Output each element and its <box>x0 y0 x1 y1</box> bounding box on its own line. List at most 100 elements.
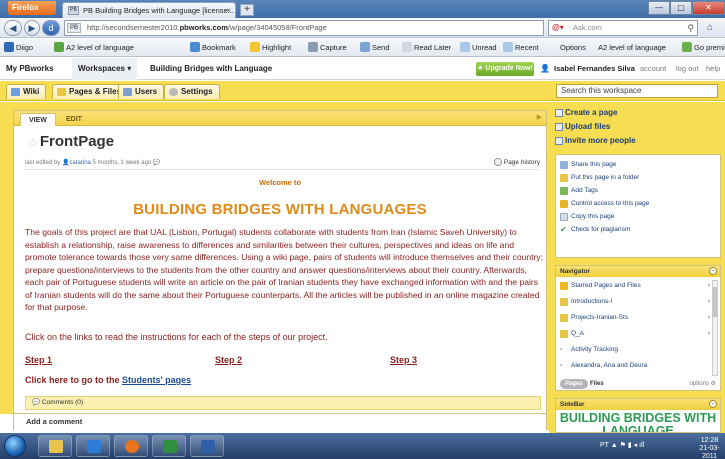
students-pages-link[interactable]: Students' pages <box>122 375 191 385</box>
upgrade-now-button[interactable]: ★ Upgrade Now! <box>476 62 534 76</box>
go-premium-button[interactable]: Go premiu <box>682 39 725 57</box>
step-2-link[interactable]: Step 2 <box>215 355 242 365</box>
a2-search-text[interactable]: A2 level of language <box>598 39 666 57</box>
step-3-link[interactable]: Step 3 <box>390 355 417 365</box>
forward-button[interactable]: ▶ <box>24 20 40 36</box>
url-path: /w/page/34045058/FrontPage <box>227 23 327 32</box>
close-tab-icon[interactable]: × <box>226 3 231 18</box>
nav-item-alexandra[interactable]: ▪ Alexandra, Ana and Deura <box>560 360 710 372</box>
unread-button[interactable]: Unread <box>460 39 497 57</box>
language-indicator[interactable]: PT <box>600 442 609 449</box>
read-later-icon <box>402 42 412 52</box>
maximize-window-button[interactable]: ▢ <box>670 1 692 15</box>
firefox-menu-button[interactable]: Firefox <box>8 1 56 15</box>
bullet-icon: ▪ <box>560 347 563 353</box>
address-bar[interactable]: PB http://secondsemester2010.pbworks.com… <box>64 20 544 36</box>
tab-users[interactable]: Users <box>118 84 165 99</box>
help-link[interactable]: help <box>706 58 720 80</box>
create-page-link[interactable]: Create a page <box>555 106 617 119</box>
nav-item-starred[interactable]: Starred Pages and Files › <box>560 280 710 292</box>
folder-icon <box>560 298 568 306</box>
start-button[interactable] <box>4 435 26 457</box>
excel-icon <box>163 440 177 453</box>
pages-tab[interactable]: Pages <box>560 379 588 389</box>
diigo-button[interactable]: Diigo <box>4 39 33 57</box>
collapse-icon[interactable]: − <box>709 267 717 275</box>
page-tools-panel: Share this page Put this page in a folde… <box>555 154 721 258</box>
navigator-scrollbar[interactable] <box>712 280 718 376</box>
tray-icons[interactable]: ▲ ⚑ ▮ ◂ ıll <box>611 442 644 449</box>
star-icon[interactable]: ☆ <box>28 137 38 149</box>
scrollbar-thumb[interactable] <box>713 287 717 317</box>
workspaces-menu[interactable]: Workspaces ▾ <box>72 58 138 80</box>
collapse-icon[interactable]: − <box>709 400 717 408</box>
taskbar-firefox[interactable] <box>114 435 148 457</box>
site-identity-badge[interactable]: PB <box>67 23 82 33</box>
copy-page-link[interactable]: Copy this page <box>560 211 614 223</box>
new-tab-button[interactable]: + <box>240 4 254 16</box>
tab-wiki[interactable]: Wiki <box>6 84 47 99</box>
invite-people-link[interactable]: Invite more people <box>555 134 636 147</box>
minimize-window-button[interactable]: — <box>648 1 670 15</box>
recent-button[interactable]: Recent <box>503 39 539 57</box>
user-icon: 👤 <box>62 160 70 166</box>
step-1-link[interactable]: Step 1 <box>25 355 52 365</box>
taskbar-media-player[interactable] <box>76 435 110 457</box>
nav-item-activity[interactable]: ▪ Activity Tracking <box>560 344 710 356</box>
back-button[interactable]: ◀ <box>4 20 22 36</box>
invite-icon <box>555 137 563 145</box>
navigator-header: Navigator − <box>556 266 720 277</box>
users-icon <box>123 88 132 96</box>
upload-files-link[interactable]: Upload files <box>555 120 610 133</box>
tab-pages-files[interactable]: Pages & Files <box>52 84 129 99</box>
bookmark-button[interactable]: Bookmark <box>190 39 236 57</box>
browser-tab-active[interactable]: PB PB Building Bridges with Language [li… <box>62 2 236 18</box>
tab-edit[interactable]: EDIT <box>58 113 90 126</box>
word-icon <box>201 440 215 453</box>
search-go-icon[interactable]: ⚲ <box>687 21 694 35</box>
files-tab[interactable]: Files <box>590 378 604 390</box>
page-history-link[interactable]: Page history <box>494 158 540 166</box>
welcome-text: Welcome to <box>259 178 301 187</box>
tab-view[interactable]: VIEW <box>20 113 56 126</box>
put-in-folder-link[interactable]: Put this page in a folder <box>560 172 639 184</box>
highlight-button[interactable]: Highlight <box>250 39 291 57</box>
read-later-button[interactable]: Read Later <box>402 39 451 57</box>
control-access-link[interactable]: Control access to this page <box>560 198 649 210</box>
options-button[interactable]: Options <box>560 39 586 57</box>
comment-bubble-icon[interactable]: 💬 <box>153 160 160 166</box>
capture-button[interactable]: Capture <box>308 39 347 57</box>
taskbar-explorer[interactable] <box>38 435 72 457</box>
comments-toggle[interactable]: 💬 Comments (0) <box>25 396 541 410</box>
send-button[interactable]: Send <box>360 39 390 57</box>
logout-link[interactable]: log out <box>676 58 699 80</box>
taskbar-word[interactable] <box>190 435 224 457</box>
workspace-search-input[interactable]: Search this workspace <box>556 84 718 98</box>
last-edited-info: last edited by 👤catarina 5 months, 1 wee… <box>25 160 161 166</box>
gear-icon: ⚙ <box>710 381 716 387</box>
nav-item-qa[interactable]: Q_A › <box>560 328 710 340</box>
close-window-button[interactable]: ✕ <box>692 1 725 15</box>
a2-level-button[interactable]: A2 level of language <box>54 39 134 57</box>
nav-item-introductions[interactable]: Introductions-I › <box>560 296 710 308</box>
nav-item-projects[interactable]: Projects-Iranian-Sts › <box>560 312 710 324</box>
diigo-nav-icon[interactable]: d <box>42 20 60 36</box>
plagiarism-check-link[interactable]: ✔ Check for plagiarism <box>560 224 630 236</box>
workspace-breadcrumb[interactable]: Building Bridges with Language <box>150 58 272 80</box>
chevron-right-icon: › <box>707 298 710 305</box>
add-tags-link[interactable]: Add Tags <box>560 185 598 197</box>
bullet-icon: ▪ <box>560 363 563 369</box>
taskbar-clock[interactable]: 12:28 21-03-2011 <box>694 437 725 459</box>
chevron-right-icon[interactable]: ▶ <box>537 113 542 121</box>
user-name-link[interactable]: Isabel Fernandes Silva <box>554 58 635 80</box>
editor-user-link[interactable]: catarina <box>70 160 91 166</box>
navigator-footer: Pages Files options ⚙ <box>556 378 720 390</box>
navigator-options[interactable]: options ⚙ <box>690 378 716 390</box>
web-search-box[interactable]: @▾ Ask.com ⚲ <box>548 20 698 36</box>
my-pbworks-link[interactable]: My PBworks <box>6 58 54 80</box>
account-link[interactable]: account <box>640 58 666 80</box>
taskbar-excel[interactable] <box>152 435 186 457</box>
home-icon[interactable]: ⌂ <box>702 20 718 36</box>
share-page-link[interactable]: Share this page <box>560 159 617 171</box>
tab-settings[interactable]: Settings <box>164 84 220 99</box>
